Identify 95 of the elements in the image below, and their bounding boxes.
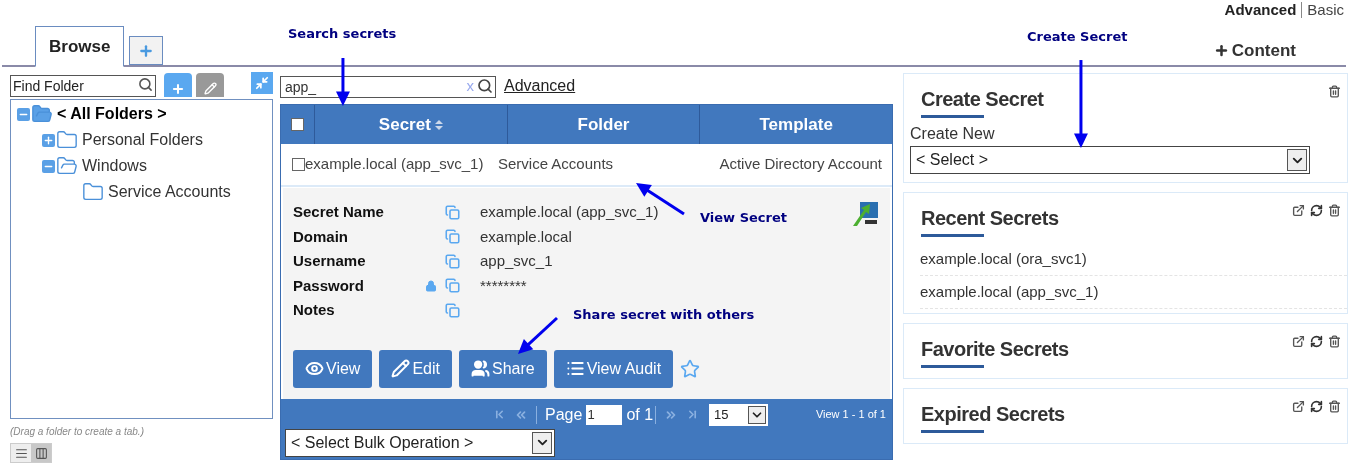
delete-icon[interactable] <box>1328 400 1341 413</box>
refresh-icon[interactable] <box>1310 400 1323 413</box>
action-button[interactable]: Edit <box>379 349 452 388</box>
callout-label: Search secrets <box>288 25 397 43</box>
pencil-icon <box>203 82 217 95</box>
collapse-icon[interactable] <box>17 107 30 121</box>
search-icon <box>138 77 153 92</box>
widget-title: Expired Secrets <box>921 402 1065 427</box>
eye-icon <box>305 359 324 378</box>
column-header[interactable]: Template <box>700 105 892 144</box>
callout-label: View Secret <box>700 209 787 227</box>
select-all-checkbox[interactable] <box>291 118 304 131</box>
table-cell-text: example.local (app_svc_1) <box>305 154 485 175</box>
pop-out-icon[interactable] <box>1292 335 1305 348</box>
recent-secret-item[interactable]: example.local (ora_svc1) <box>920 243 1347 276</box>
folder-item[interactable]: Windows <box>82 154 147 178</box>
view-mode-link[interactable]: Advanced <box>1224 0 1297 22</box>
field-label: Notes <box>293 300 336 320</box>
field-label: Create New <box>910 124 996 144</box>
field-value: example.local (app_svc_1) <box>480 202 659 222</box>
pop-out-icon[interactable] <box>1292 400 1305 413</box>
copy-icon[interactable] <box>445 278 460 294</box>
pencil-icon <box>391 359 411 378</box>
tab[interactable]: Browse <box>35 26 125 67</box>
drag-hint: (Drag a folder to create a tab.) <box>10 425 145 439</box>
advanced-search-link[interactable]: Advanced <box>504 74 576 98</box>
folder-icon <box>56 155 78 177</box>
bulk-operation-select[interactable]: < Select Bulk Operation > <box>285 428 555 457</box>
list-icon <box>565 359 585 378</box>
field-value: example.local <box>480 226 572 247</box>
field-label: Password <box>293 275 365 296</box>
folder-icon <box>56 129 78 151</box>
edit-folder-button[interactable] <box>196 73 224 97</box>
new-folder-button[interactable] <box>164 73 192 97</box>
action-button[interactable]: Share <box>458 349 547 388</box>
table-cell-text: Service Accounts <box>498 154 615 175</box>
delete-icon[interactable] <box>1328 85 1341 98</box>
copy-icon[interactable] <box>445 204 460 220</box>
callout-label: Create Secret <box>1027 28 1128 46</box>
widget-title: Favorite Secrets <box>921 337 1069 362</box>
copy-icon[interactable] <box>445 302 460 318</box>
widget-title: Create Secret <box>921 87 1044 112</box>
folder-icon <box>82 181 104 203</box>
column-header[interactable]: Folder <box>507 105 701 144</box>
collapse-icon[interactable] <box>42 159 55 173</box>
row-checkbox[interactable] <box>291 158 305 171</box>
first-page-icon[interactable] <box>493 408 506 421</box>
callout-arrow <box>518 316 558 354</box>
action-button[interactable]: View <box>293 349 373 388</box>
plus-icon <box>1213 42 1229 58</box>
table-cell-text: Active Directory Account <box>718 154 883 175</box>
callout-arrow <box>336 58 350 106</box>
widget-title: Recent Secrets <box>921 206 1059 231</box>
create-new-select[interactable]: < Select > <box>910 146 1310 174</box>
folder-item[interactable]: < All Folders > <box>57 102 167 126</box>
expand-icon[interactable] <box>42 133 55 147</box>
plus-icon <box>171 82 185 96</box>
list-view-icon[interactable] <box>11 444 31 462</box>
page-count: of 1 <box>626 404 654 425</box>
collapse-panel-button[interactable] <box>251 72 273 94</box>
people-icon <box>470 359 490 378</box>
field-label: Domain <box>293 226 349 247</box>
recent-secret-item[interactable]: example.local (app_svc_1) <box>920 276 1347 309</box>
column-header[interactable]: Secret <box>315 105 508 144</box>
refresh-icon[interactable] <box>1310 335 1323 348</box>
action-button[interactable]: View Audit <box>553 349 674 388</box>
field-value: ******** <box>480 275 527 296</box>
column-view-icon[interactable] <box>31 444 51 462</box>
sort-icon <box>434 119 443 130</box>
page-size-select[interactable]: 15 <box>709 403 769 426</box>
search-icon <box>477 78 493 94</box>
page-number-field[interactable]: 1 <box>586 404 623 425</box>
launcher-icon[interactable] <box>850 200 880 228</box>
folder-item[interactable]: Personal Folders <box>82 128 203 152</box>
delete-icon[interactable] <box>1328 204 1341 217</box>
callout-label: Share secret with others <box>573 306 755 324</box>
field-label: Secret Name <box>293 202 385 222</box>
copy-icon[interactable] <box>445 229 460 245</box>
copy-icon[interactable] <box>445 253 460 269</box>
page-label: Page <box>545 404 583 425</box>
field-label: Username <box>293 251 367 271</box>
add-tab-button[interactable] <box>129 36 164 65</box>
shrink-icon <box>255 76 269 90</box>
plus-icon <box>138 42 155 59</box>
field-value: app_svc_1 <box>480 251 553 271</box>
folder-search-field[interactable]: Find Folder <box>10 75 156 97</box>
folder-item[interactable]: Service Accounts <box>108 180 231 204</box>
view-mode-link[interactable]: Basic <box>1307 0 1344 22</box>
pop-out-icon[interactable] <box>1292 204 1305 217</box>
add-content-button[interactable]: Content <box>1213 37 1296 63</box>
record-range: View 1 - 1 of 1 <box>815 407 886 423</box>
delete-icon[interactable] <box>1328 335 1341 348</box>
open-folder-icon <box>31 103 53 125</box>
favorite-star-icon[interactable] <box>680 358 701 379</box>
refresh-icon[interactable] <box>1310 204 1323 217</box>
